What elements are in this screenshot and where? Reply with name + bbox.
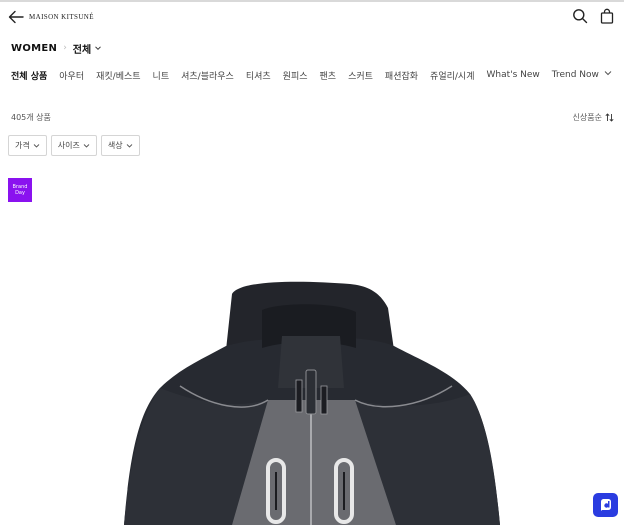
site-header: MAISON KITSUNÉ <box>0 2 624 32</box>
filter-size[interactable]: 사이즈 <box>50 135 97 156</box>
filter-price[interactable]: 가격 <box>8 135 47 156</box>
filter-bar: 가격 사이즈 색상 <box>8 135 140 156</box>
search-icon[interactable] <box>572 8 588 24</box>
badge-line-2: Day <box>15 190 25 196</box>
filter-label: 색상 <box>107 141 123 150</box>
tab-knit[interactable]: 니트 <box>153 69 170 82</box>
tab-pants[interactable]: 팬츠 <box>320 69 337 82</box>
tabs-fade <box>619 66 624 84</box>
breadcrumb: WOMEN › 전체 <box>11 40 102 56</box>
tab-jacket-vest[interactable]: 재킷/베스트 <box>96 69 140 82</box>
tab-dress[interactable]: 원피스 <box>283 69 308 82</box>
breadcrumb-current[interactable]: 전체 <box>73 41 91 56</box>
chevron-down-icon[interactable] <box>603 68 613 78</box>
breadcrumb-section[interactable]: WOMEN <box>11 43 57 54</box>
filter-label: 사이즈 <box>57 141 80 150</box>
filter-color[interactable]: 색상 <box>100 135 140 156</box>
tab-jewelry-watch[interactable]: 쥬얼리/시계 <box>430 69 474 82</box>
brand-day-badge: Brand Day <box>8 178 32 202</box>
tab-whats-new[interactable]: What's New <box>486 70 539 80</box>
chevron-down-icon[interactable] <box>94 44 102 52</box>
tab-outer[interactable]: 아우터 <box>59 69 84 82</box>
product-image[interactable] <box>0 210 624 525</box>
tab-skirt[interactable]: 스커트 <box>348 69 373 82</box>
tab-accessories[interactable]: 패션잡화 <box>385 69 418 82</box>
tab-tshirt[interactable]: 티셔츠 <box>246 69 271 82</box>
filter-label: 가격 <box>15 141 30 150</box>
tab-shirt-blouse[interactable]: 셔츠/블라우스 <box>181 69 234 82</box>
tab-all-products[interactable]: 전체 상품 <box>11 69 47 82</box>
sort-label: 신상품순 <box>572 113 602 122</box>
chat-button[interactable] <box>593 493 618 517</box>
shopping-bag-icon[interactable] <box>599 8 615 24</box>
tab-trend-now[interactable]: Trend Now <box>552 70 599 80</box>
breadcrumb-separator: › <box>63 43 67 53</box>
chevron-down-icon <box>126 144 132 148</box>
category-tabs: 전체 상품 아우터 재킷/베스트 니트 셔츠/블라우스 티셔츠 원피스 팬츠 스… <box>11 66 611 84</box>
arrow-left-icon[interactable] <box>8 10 24 24</box>
chevron-down-icon <box>33 144 40 148</box>
chat-d-icon <box>600 499 611 511</box>
chevron-down-icon <box>83 144 90 148</box>
sort-button[interactable]: 신상품순 <box>573 112 614 123</box>
product-count: 405개 상품 <box>11 113 51 122</box>
brand-logo[interactable]: MAISON KITSUNÉ <box>29 13 94 21</box>
sort-arrows-icon <box>605 113 614 122</box>
